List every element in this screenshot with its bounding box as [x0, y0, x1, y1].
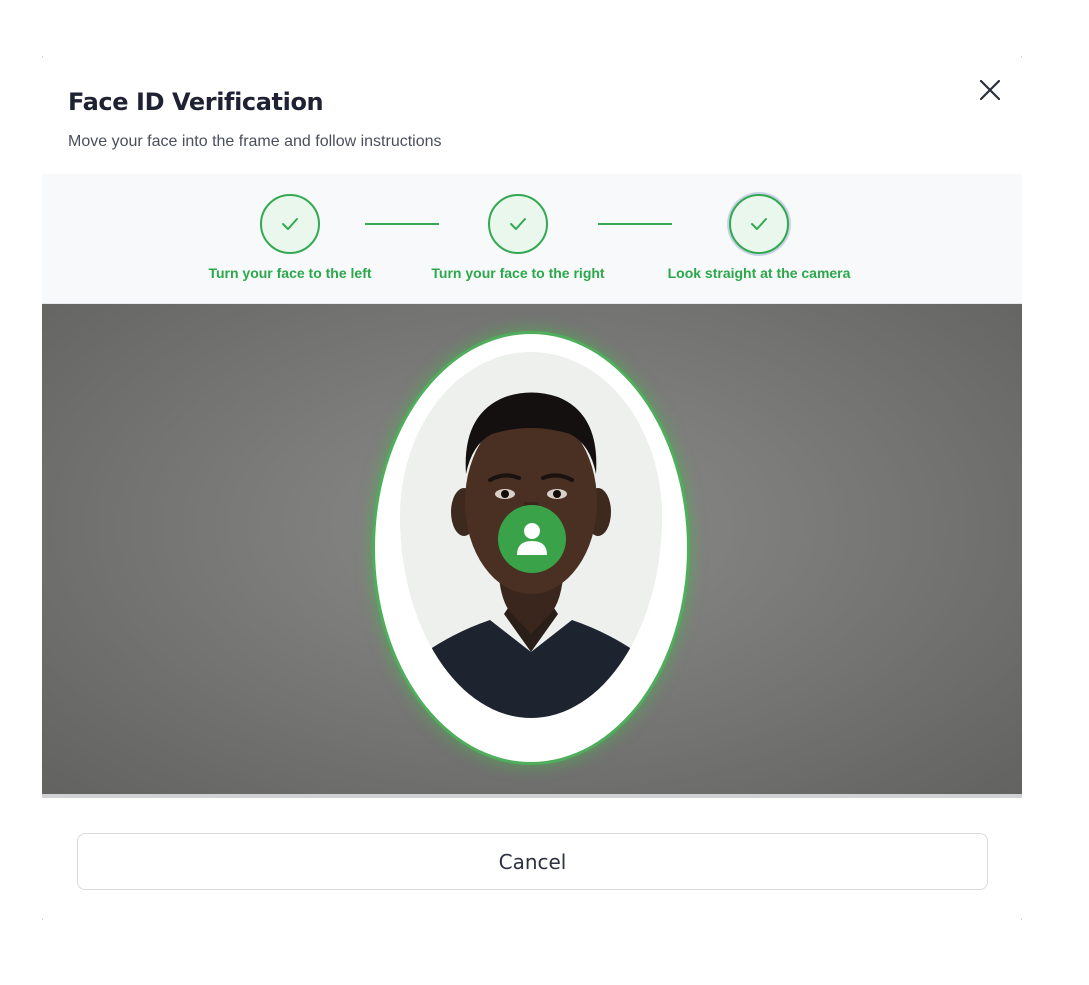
camera-preview	[42, 304, 1022, 798]
check-icon	[510, 218, 526, 230]
dialog-corner-top-left	[42, 56, 43, 57]
close-button[interactable]	[976, 76, 1004, 104]
step-connector-2	[598, 223, 672, 225]
close-icon	[979, 79, 1001, 101]
check-icon	[751, 218, 767, 230]
step-1-label: Turn your face to the left	[208, 265, 372, 281]
user-icon	[517, 523, 547, 555]
step-connector-1	[365, 223, 439, 225]
dialog-corner-bottom-right	[1021, 919, 1022, 920]
step-1-indicator	[260, 194, 320, 254]
step-3-indicator	[729, 194, 789, 254]
dialog-corner-top-right	[1021, 56, 1022, 57]
step-2-label: Turn your face to the right	[431, 265, 605, 281]
dialog-title: Face ID Verification	[68, 88, 324, 116]
dialog-subtitle: Move your face into the frame and follow…	[68, 133, 442, 150]
step-2-indicator	[488, 194, 548, 254]
cancel-button[interactable]: Cancel	[77, 833, 988, 890]
verification-steps: Turn your face to the left Turn your fac…	[42, 174, 1022, 304]
step-3-label: Look straight at the camera	[667, 265, 851, 281]
face-id-dialog: Face ID Verification Move your face into…	[42, 56, 1022, 920]
dialog-corner-bottom-left	[42, 919, 43, 920]
check-icon	[282, 218, 298, 230]
face-detected-badge	[498, 505, 566, 573]
